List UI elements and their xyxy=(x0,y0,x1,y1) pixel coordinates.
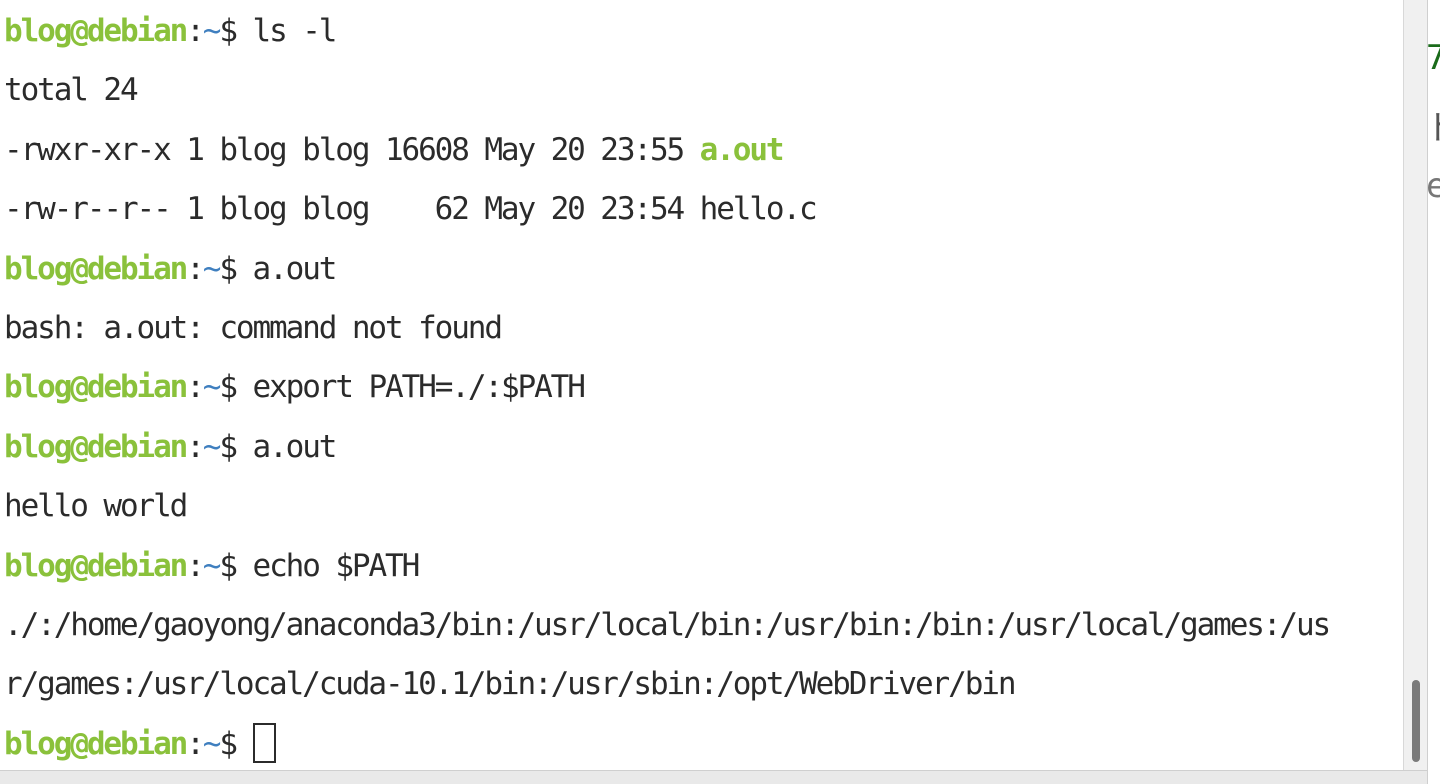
command-text: a.out xyxy=(252,428,338,465)
prompt-path: ~ xyxy=(202,13,222,49)
prompt-colon: : xyxy=(186,428,205,465)
prompt-colon: : xyxy=(186,369,205,406)
background-window-text: 7 xyxy=(1428,38,1440,78)
prompt-user-host: blog@debian xyxy=(4,428,188,465)
prompt-line: blog@debian:~$ a.out xyxy=(4,418,1403,477)
prompt-path: ~ xyxy=(202,428,222,465)
prompt-dollar: $ xyxy=(219,250,253,287)
prompt-line: blog@debian:~$ export PATH=./:$PATH xyxy=(4,358,1403,417)
output-line: r/games:/usr/local/cuda-10.1/bin:/usr/sb… xyxy=(4,666,1016,703)
active-prompt-line[interactable]: blog@debian:~$ xyxy=(4,715,1403,770)
prompt-colon: : xyxy=(186,725,205,762)
prompt-line: blog@debian:~$ echo $PATH xyxy=(4,537,1403,596)
prompt-dollar: $ xyxy=(219,725,253,762)
prompt-path: ~ xyxy=(202,547,222,584)
command-text: echo $PATH xyxy=(252,547,421,584)
command-text: export PATH=./:$PATH xyxy=(252,369,586,406)
output-line: total 24 xyxy=(4,72,139,109)
terminal-output: blog@debian:~$ ls -l total 24 -rwxr-xr-x… xyxy=(4,2,1403,770)
screen: blog@debian:~$ ls -l total 24 -rwxr-xr-x… xyxy=(0,0,1440,784)
prompt-user-host: blog@debian xyxy=(4,547,188,584)
background-window-text: e xyxy=(1428,166,1440,206)
prompt-line: blog@debian:~$ ls -l xyxy=(4,2,1403,61)
command-text: ls -l xyxy=(252,13,338,49)
terminal-window[interactable]: blog@debian:~$ ls -l total 24 -rwxr-xr-x… xyxy=(0,0,1403,770)
prompt-user-host: blog@debian xyxy=(4,725,188,762)
prompt-colon: : xyxy=(186,13,205,49)
output-line: hello world xyxy=(4,488,188,525)
text-cursor xyxy=(252,723,276,764)
prompt-user-host: blog@debian xyxy=(4,369,188,406)
prompt-path: ~ xyxy=(202,369,222,406)
background-window-text: ド xyxy=(1428,100,1440,149)
background-window-edge[interactable]: 7 ド e xyxy=(1427,0,1440,784)
prompt-path: ~ xyxy=(202,250,222,287)
executable-filename: a.out xyxy=(699,131,785,168)
output-line: bash: a.out: command not found xyxy=(4,309,503,346)
scrollbar-thumb[interactable] xyxy=(1412,680,1420,762)
output-line: -rwxr-xr-x 1 blog blog 16608 May 20 23:5… xyxy=(4,121,1403,180)
vertical-scrollbar[interactable] xyxy=(1403,0,1428,770)
command-text: a.out xyxy=(252,250,338,287)
output-line: -rw-r--r-- 1 blog blog 62 May 20 23:54 h… xyxy=(4,191,818,228)
prompt-dollar: $ xyxy=(219,547,253,584)
prompt-dollar: $ xyxy=(219,428,253,465)
prompt-colon: : xyxy=(186,250,205,287)
prompt-path: ~ xyxy=(202,725,222,762)
prompt-user-host: blog@debian xyxy=(4,13,188,49)
file-listing: -rwxr-xr-x 1 blog blog 16608 May 20 23:5… xyxy=(4,131,700,168)
prompt-dollar: $ xyxy=(219,13,253,49)
prompt-dollar: $ xyxy=(219,369,253,406)
prompt-line: blog@debian:~$ a.out xyxy=(4,240,1403,299)
prompt-colon: : xyxy=(186,547,205,584)
window-bottom-border xyxy=(0,770,1427,784)
output-line: ./:/home/gaoyong/anaconda3/bin:/usr/loca… xyxy=(4,606,1331,643)
prompt-user-host: blog@debian xyxy=(4,250,188,287)
